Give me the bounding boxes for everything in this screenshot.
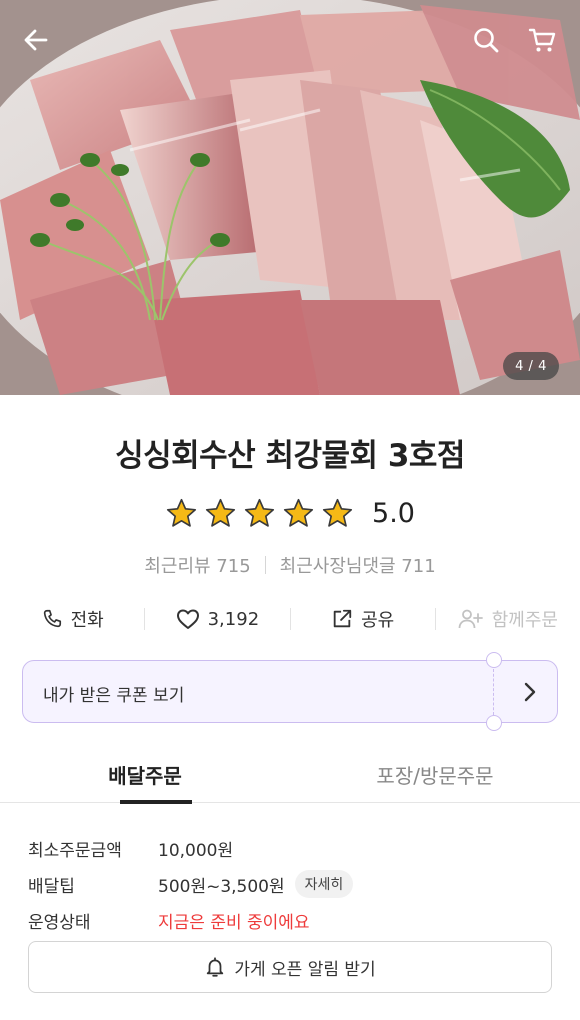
- delivery-tip-value: 500원~3,500원: [158, 876, 285, 897]
- store-photo[interactable]: 4 / 4: [0, 0, 580, 395]
- share-button[interactable]: 공유: [291, 598, 435, 640]
- status-label: 운영상태: [28, 912, 91, 933]
- star-rating: [165, 497, 354, 530]
- coupon-divider: [493, 669, 494, 715]
- divider: [264, 556, 266, 574]
- add-user-icon: [458, 609, 483, 629]
- tip-detail-button[interactable]: 자세히: [294, 870, 354, 898]
- bell-icon: [207, 957, 224, 977]
- min-order-label: 최소주문금액: [28, 840, 122, 861]
- share-icon: [333, 609, 352, 628]
- star-icon: [166, 498, 197, 527]
- group-order-label: 함께주문: [491, 610, 558, 631]
- group-order-button[interactable]: 함께주문: [436, 598, 580, 640]
- delivery-tip-row: 배달팁 500원~3,500원 자세히: [28, 866, 558, 902]
- order-type-tabs: 배달주문 포장/방문주문: [0, 748, 580, 804]
- owner-comments-link[interactable]: 최근사장님댓글 711: [280, 552, 436, 578]
- arrow-left-icon: [24, 29, 48, 51]
- likes-count: 3,192: [207, 608, 260, 630]
- phone-icon: [43, 609, 61, 628]
- tab-delivery-label: 배달주문: [108, 764, 182, 788]
- photo-page-counter: 4 / 4: [503, 352, 559, 380]
- call-button[interactable]: 전화: [0, 598, 144, 640]
- store-actions: 전화 3,192 공유 함께주문: [0, 598, 580, 640]
- store-name: 싱싱회수산 최강물회 3호점: [115, 438, 465, 474]
- coupon-banner[interactable]: 내가 받은 쿠폰 보기: [22, 652, 558, 731]
- search-button[interactable]: [466, 20, 506, 60]
- status-row: 운영상태 지금은 준비 중이에요: [28, 902, 558, 938]
- delivery-tip-label: 배달팁: [28, 876, 75, 897]
- star-icon: [205, 498, 236, 527]
- call-label: 전화: [70, 610, 104, 631]
- open-alarm-button[interactable]: 가게 오픈 알림 받기: [28, 941, 552, 993]
- back-button[interactable]: [16, 20, 56, 60]
- status-value: 지금은 준비 중이에요: [158, 912, 310, 933]
- star-icon: [322, 498, 353, 527]
- star-icon: [244, 498, 275, 527]
- cart-icon: [528, 28, 556, 52]
- recent-reviews-link[interactable]: 최근리뷰 715: [144, 552, 250, 578]
- review-summary: 최근리뷰 715 최근사장님댓글 711: [0, 552, 580, 578]
- star-icon: [283, 498, 314, 527]
- search-icon: [474, 28, 499, 53]
- delivery-info: 최소주문금액 10,000원 배달팁 500원~3,500원 자세히 운영상태 …: [28, 830, 558, 938]
- tab-pickup[interactable]: 포장/방문주문: [290, 748, 580, 802]
- like-button[interactable]: 3,192: [145, 598, 289, 640]
- coupon-notch: [486, 652, 502, 668]
- coupon-label: 내가 받은 쿠폰 보기: [43, 686, 185, 706]
- tab-delivery[interactable]: 배달주문: [0, 748, 290, 804]
- coupon-notch: [486, 715, 502, 731]
- cart-button[interactable]: [522, 20, 562, 60]
- min-order-value: 10,000원: [158, 840, 234, 861]
- chevron-right-icon: [524, 682, 536, 702]
- open-alarm-label: 가게 오픈 알림 받기: [234, 959, 376, 980]
- min-order-row: 최소주문금액 10,000원: [28, 830, 558, 866]
- active-tab-indicator: [120, 800, 192, 804]
- share-label: 공유: [361, 610, 395, 631]
- tab-pickup-label: 포장/방문주문: [376, 764, 494, 788]
- rating-value: 5.0: [372, 497, 415, 529]
- rating-row: 5.0: [0, 494, 580, 532]
- heart-icon: [176, 609, 199, 629]
